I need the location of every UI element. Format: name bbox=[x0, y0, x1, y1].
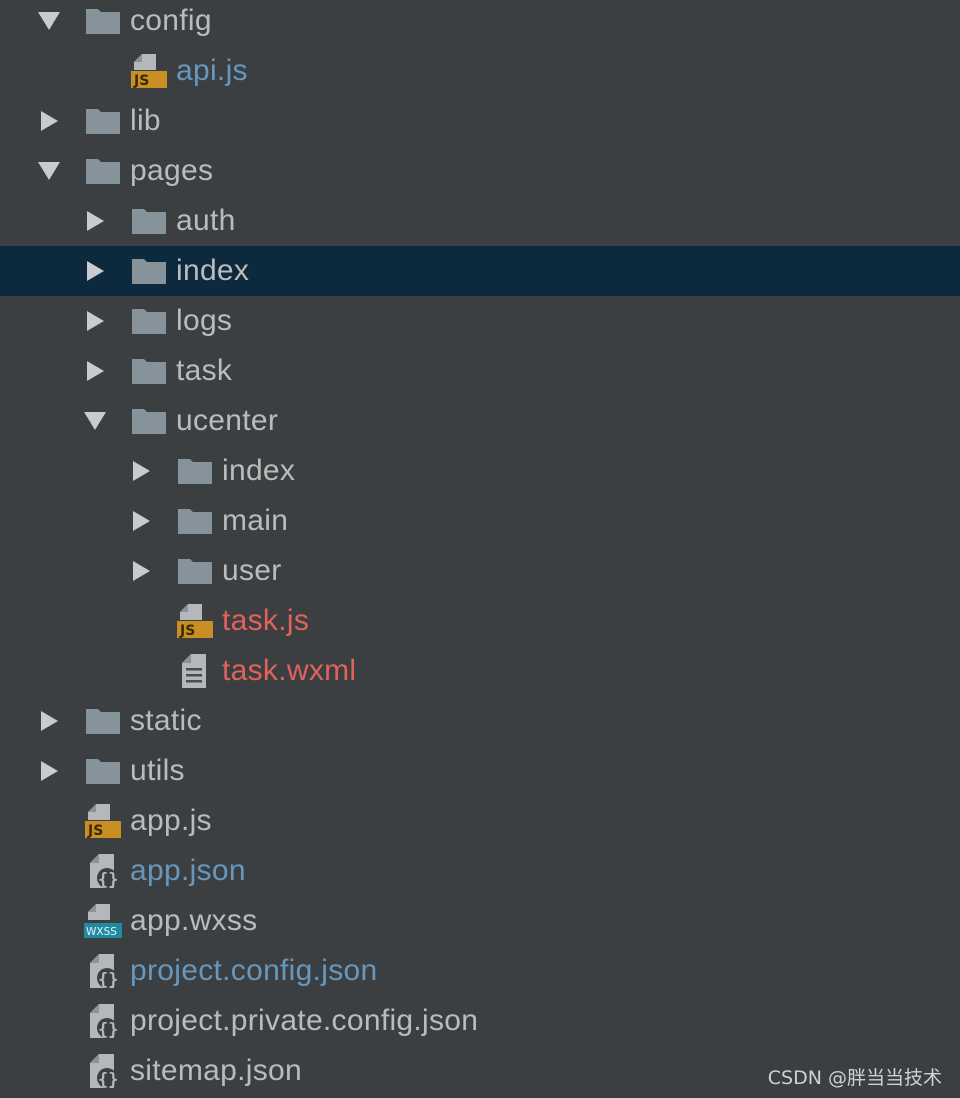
tree-file-task-js[interactable]: JS task.js bbox=[0, 596, 960, 646]
tree-folder-utils[interactable]: utils bbox=[0, 746, 960, 796]
tree-file-project-config-json[interactable]: {} project.config.json bbox=[0, 946, 960, 996]
tree-item-label: main bbox=[222, 504, 289, 537]
tree-item-label: task.wxml bbox=[222, 654, 357, 687]
tree-file-api-js[interactable]: JS api.js bbox=[0, 46, 960, 96]
tree-item-label: project.private.config.json bbox=[130, 1004, 479, 1037]
tree-item-label: task bbox=[176, 354, 233, 387]
json-file-icon: {} bbox=[84, 953, 122, 989]
tree-folder-lib[interactable]: lib bbox=[0, 96, 960, 146]
tree-item-label: app.json bbox=[130, 854, 246, 887]
tree-item-label: logs bbox=[176, 304, 233, 337]
json-file-icon: {} bbox=[84, 1003, 122, 1039]
expand-arrow-icon[interactable] bbox=[41, 761, 58, 781]
expand-arrow-icon[interactable] bbox=[41, 111, 58, 131]
folder-icon bbox=[176, 503, 214, 539]
text-file-icon bbox=[176, 653, 214, 689]
tree-folder-config[interactable]: config bbox=[0, 0, 960, 46]
folder-icon bbox=[84, 703, 122, 739]
project-file-tree: config JS api.js lib pages auth index logs task u… bbox=[0, 0, 960, 1096]
js-file-icon: JS bbox=[84, 803, 122, 839]
tree-folder-main[interactable]: main bbox=[0, 496, 960, 546]
expand-arrow-icon[interactable] bbox=[133, 561, 150, 581]
collapse-arrow-icon[interactable] bbox=[38, 12, 60, 30]
tree-folder-static[interactable]: static bbox=[0, 696, 960, 746]
collapse-arrow-icon[interactable] bbox=[38, 162, 60, 180]
svg-text:{}: {} bbox=[98, 970, 118, 989]
expand-arrow-icon[interactable] bbox=[87, 211, 104, 231]
folder-icon bbox=[176, 453, 214, 489]
svg-text:{}: {} bbox=[98, 1070, 118, 1089]
wxss-file-icon: WXSS bbox=[84, 903, 122, 939]
tree-item-label: pages bbox=[130, 154, 214, 187]
tree-item-label: static bbox=[130, 704, 202, 737]
tree-item-label: app.js bbox=[130, 804, 212, 837]
folder-icon bbox=[84, 3, 122, 39]
collapse-arrow-icon[interactable] bbox=[84, 412, 106, 430]
js-badge-text: JS bbox=[179, 623, 195, 639]
folder-icon bbox=[130, 303, 168, 339]
tree-item-label: api.js bbox=[176, 54, 248, 87]
tree-item-label: config bbox=[130, 4, 212, 37]
tree-folder-user[interactable]: user bbox=[0, 546, 960, 596]
tree-item-label: project.config.json bbox=[130, 954, 378, 987]
svg-text:{}: {} bbox=[98, 870, 118, 889]
folder-icon bbox=[130, 403, 168, 439]
tree-item-label: utils bbox=[130, 754, 185, 787]
tree-folder-index[interactable]: index bbox=[0, 246, 960, 296]
tree-folder-auth[interactable]: auth bbox=[0, 196, 960, 246]
js-badge-text: JS bbox=[133, 73, 149, 89]
tree-item-label: index bbox=[176, 254, 250, 287]
folder-icon bbox=[130, 203, 168, 239]
json-file-icon: {} bbox=[84, 853, 122, 889]
tree-folder-index[interactable]: index bbox=[0, 446, 960, 496]
tree-item-label: user bbox=[222, 554, 282, 587]
expand-arrow-icon[interactable] bbox=[133, 461, 150, 481]
tree-file-app-js[interactable]: JS app.js bbox=[0, 796, 960, 846]
expand-arrow-icon[interactable] bbox=[41, 711, 58, 731]
tree-item-label: sitemap.json bbox=[130, 1054, 303, 1087]
watermark: CSDN @胖当当技术 bbox=[767, 1067, 942, 1089]
tree-file-app-json[interactable]: {} app.json bbox=[0, 846, 960, 896]
svg-text:{}: {} bbox=[98, 1020, 118, 1039]
tree-item-label: index bbox=[222, 454, 296, 487]
tree-folder-task[interactable]: task bbox=[0, 346, 960, 396]
tree-item-label: auth bbox=[176, 204, 236, 237]
expand-arrow-icon[interactable] bbox=[87, 361, 104, 381]
tree-item-label: task.js bbox=[222, 604, 310, 637]
tree-item-label: ucenter bbox=[176, 404, 279, 437]
js-file-icon: JS bbox=[176, 603, 214, 639]
tree-item-label: app.wxss bbox=[130, 904, 258, 937]
json-file-icon: {} bbox=[84, 1053, 122, 1089]
js-badge-text: JS bbox=[87, 823, 103, 839]
wxss-badge-text: WXSS bbox=[86, 926, 117, 938]
folder-icon bbox=[130, 353, 168, 389]
folder-icon bbox=[84, 753, 122, 789]
expand-arrow-icon[interactable] bbox=[87, 261, 104, 281]
folder-icon bbox=[176, 553, 214, 589]
expand-arrow-icon[interactable] bbox=[133, 511, 150, 531]
js-file-icon: JS bbox=[130, 53, 168, 89]
folder-icon bbox=[84, 103, 122, 139]
tree-file-project-private-config-json[interactable]: {} project.private.config.json bbox=[0, 996, 960, 1046]
folder-icon bbox=[130, 253, 168, 289]
expand-arrow-icon[interactable] bbox=[87, 311, 104, 331]
folder-icon bbox=[84, 153, 122, 189]
tree-file-task-wxml[interactable]: task.wxml bbox=[0, 646, 960, 696]
tree-folder-ucenter[interactable]: ucenter bbox=[0, 396, 960, 446]
tree-folder-logs[interactable]: logs bbox=[0, 296, 960, 346]
tree-file-app-wxss[interactable]: WXSS app.wxss bbox=[0, 896, 960, 946]
tree-item-label: lib bbox=[130, 104, 161, 137]
tree-folder-pages[interactable]: pages bbox=[0, 146, 960, 196]
